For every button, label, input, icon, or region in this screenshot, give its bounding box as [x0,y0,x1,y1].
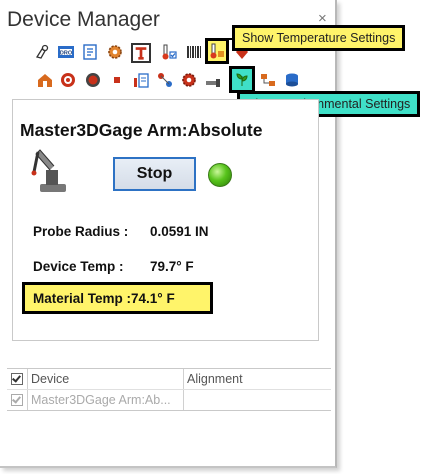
settings-gear-icon[interactable] [106,43,124,61]
device-manager-panel: Device Manager × DRO Show Temperature Se… [0,0,421,468]
column-header-device[interactable]: Device [28,369,184,389]
arm-device-icon [30,146,70,194]
point-icon[interactable] [108,71,126,89]
device-temp-label: Device Temp : [33,259,124,274]
svg-text:DRO: DRO [60,50,73,56]
tripod-icon[interactable] [131,43,151,63]
storage-icon[interactable] [283,71,301,89]
network-icon[interactable] [259,71,277,89]
temperature-settings-callout: Show Temperature Settings [232,25,406,51]
table-row[interactable]: Master3DGage Arm:Ab... [7,390,331,410]
dro-icon[interactable]: DRO [57,43,75,61]
report-icon[interactable] [81,43,99,61]
gear-icon[interactable] [180,71,198,89]
row-device-cell: Master3DGage Arm:Ab... [28,390,184,410]
probe-radius-value: 0.0591 IN [150,224,209,239]
row-checkbox-cell[interactable] [7,390,28,410]
header-checkbox-cell[interactable] [7,369,28,389]
probe-radius-label: Probe Radius : [33,224,129,239]
device-name: Master3DGage Arm:Absolute [20,120,263,140]
home-icon[interactable] [36,71,54,89]
thermometer-icon[interactable] [160,43,178,61]
device-temp-value: 79.7° F [150,259,194,274]
barcode-icon[interactable] [185,43,203,61]
status-indicator [208,163,232,187]
pattern-icon[interactable] [156,71,174,89]
row-alignment-cell [184,390,331,410]
window-title: Device Manager [7,8,160,31]
device-grid: Device Alignment Master3DGage Arm:Ab... [7,368,331,411]
temperature-settings-icon[interactable] [208,42,226,60]
red-circle-icon[interactable] [84,71,102,89]
material-temp-label: Material Temp : [33,290,132,306]
material-temp-value: 74.1° F [131,290,175,306]
probe-icon[interactable] [33,43,51,61]
select-all-checkbox[interactable] [11,373,23,385]
column-header-alignment[interactable]: Alignment [184,369,331,389]
material-temp-highlight: Material Temp :74.1° F [22,282,213,314]
environmental-settings-icon[interactable] [233,70,251,88]
document-icon[interactable] [132,71,150,89]
probe-small-icon[interactable] [204,71,222,89]
target-icon[interactable] [59,71,77,89]
row-checkbox[interactable] [11,394,23,406]
grid-header: Device Alignment [7,369,331,390]
stop-button[interactable]: Stop [113,157,196,191]
